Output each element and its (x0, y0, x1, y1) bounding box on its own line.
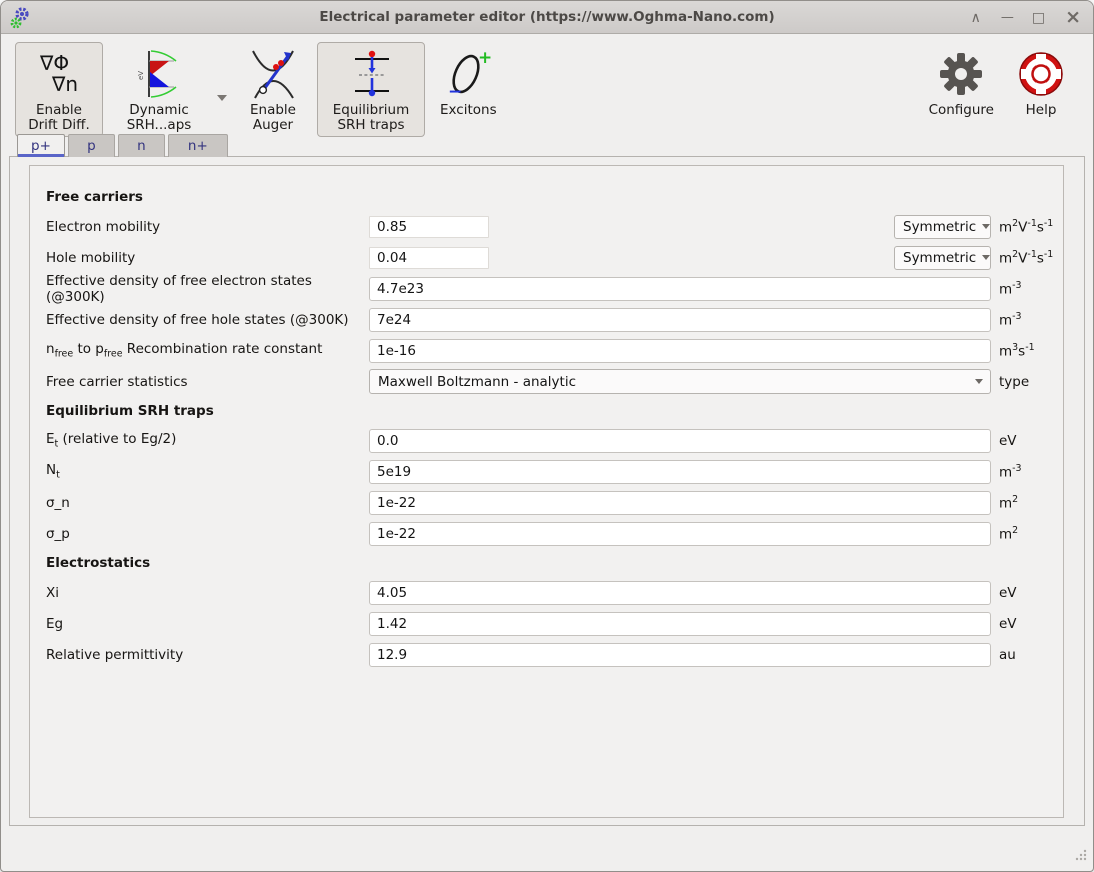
lifebuoy-help-icon (1017, 47, 1065, 101)
form-row: Hole mobility Symmetric m2V-1s-1 (46, 242, 1063, 273)
section-heading: Electrostatics (46, 555, 369, 571)
auger-icon (248, 47, 298, 101)
sigma-p-input[interactable] (369, 522, 991, 546)
form-row: Nt m-3 (46, 456, 1063, 487)
trap-density-input[interactable] (369, 460, 991, 484)
field-label: Eg (46, 616, 369, 632)
layer-tabstrip: p+ p n n+ (9, 131, 1085, 157)
equilibrium-srh-traps-button[interactable]: Equilibrium SRH traps (317, 42, 425, 137)
recombination-rate-constant-input[interactable] (369, 339, 991, 363)
unit-label: m2 (991, 494, 1063, 512)
form-row: Electron mobility Symmetric m2V-1s-1 (46, 211, 1063, 242)
sigma-n-input[interactable] (369, 491, 991, 515)
hole-mobility-symmetry-select[interactable]: Symmetric (894, 246, 991, 270)
tab-n[interactable]: n (118, 134, 165, 157)
unit-label: au (991, 647, 1063, 663)
dynamic-srh-traps-button[interactable]: eV Dynamic SRH...aps (110, 42, 208, 137)
xi-input[interactable] (369, 581, 991, 605)
app-gears-icon (10, 6, 32, 34)
section-electrostatics: Electrostatics (46, 549, 1063, 577)
parameters-panel: Free carriers Electron mobility Symmetri… (29, 165, 1064, 818)
dynamic-srh-dropdown-button[interactable] (215, 95, 229, 101)
titlebar: Electrical parameter editor (https://www… (1, 1, 1093, 34)
form-row: σ_n m2 (46, 487, 1063, 518)
dynamic-srh-icon: eV (134, 47, 184, 101)
form-row: Xi eV (46, 577, 1063, 608)
form-row: σ_p m2 (46, 518, 1063, 549)
unit-label: m-3 (991, 463, 1063, 481)
electron-mobility-input[interactable] (369, 216, 489, 238)
form-row: Relative permittivity au (46, 639, 1063, 670)
unit-label: eV (991, 433, 1063, 449)
unit-label: m2V-1s-1 (991, 218, 1063, 236)
form-row: nfree to pfree Recombination rate consta… (46, 335, 1063, 366)
unit-label: type (991, 374, 1063, 390)
field-label: Electron mobility (46, 219, 369, 235)
field-label: σ_p (46, 526, 369, 542)
field-label: Nt (46, 462, 369, 481)
chevron-down-icon (975, 379, 983, 384)
gear-icon (937, 47, 985, 101)
window-title: Electrical parameter editor (https://www… (319, 9, 774, 25)
relative-permittivity-input[interactable] (369, 643, 991, 667)
maximize-window-button[interactable]: □ (1032, 11, 1045, 25)
equilibrium-srh-icon (346, 47, 396, 101)
tab-p-plus[interactable]: p+ (17, 134, 65, 157)
unit-label: m2V-1s-1 (991, 249, 1063, 267)
free-carrier-statistics-select[interactable]: Maxwell Boltzmann - analytic (369, 369, 991, 394)
form-row: Effective density of free electron state… (46, 273, 1063, 304)
minus-glyph: − (448, 82, 462, 101)
section-heading: Free carriers (46, 189, 369, 205)
svg-text:eV: eV (137, 71, 145, 80)
field-label: Effective density of free hole states (@… (46, 312, 369, 328)
field-label: Free carrier statistics (46, 374, 369, 390)
unit-label: m2 (991, 525, 1063, 543)
unit-label: m-3 (991, 280, 1063, 298)
resize-grip[interactable] (1073, 847, 1088, 866)
unit-label: eV (991, 585, 1063, 601)
form-row: Et (relative to Eg/2) eV (46, 425, 1063, 456)
trap-energy-input[interactable] (369, 429, 991, 453)
excitons-icon: + − (442, 47, 494, 101)
help-button[interactable]: Help (1009, 42, 1073, 122)
plus-glyph: + (478, 48, 492, 68)
unit-label: m-3 (991, 311, 1063, 329)
field-label: Et (relative to Eg/2) (46, 431, 369, 450)
notebook-frame: Free carriers Electron mobility Symmetri… (9, 156, 1085, 826)
tab-n-plus[interactable]: n+ (168, 134, 228, 157)
field-label: Hole mobility (46, 250, 369, 266)
chevron-down-icon (217, 95, 227, 101)
form-row: Effective density of free hole states (@… (46, 304, 1063, 335)
effective-density-free-hole-states-input[interactable] (369, 308, 991, 332)
toolbar: ∇Φ ∇n Enable Drift Diff. eV Dyna (1, 34, 1093, 131)
close-window-button[interactable]: × (1065, 8, 1081, 27)
tab-p[interactable]: p (68, 134, 115, 157)
drift-diffusion-icon: ∇Φ ∇n (40, 47, 78, 101)
form-row: Eg eV (46, 608, 1063, 639)
unit-label: eV (991, 616, 1063, 632)
field-label: Xi (46, 585, 369, 601)
effective-density-free-electron-states-input[interactable] (369, 277, 991, 301)
configure-button[interactable]: Configure (921, 42, 1002, 122)
section-heading: Equilibrium SRH traps (46, 403, 369, 419)
chevron-down-icon (982, 255, 990, 260)
section-free-carriers: Free carriers (46, 183, 1063, 211)
hole-mobility-input[interactable] (369, 247, 489, 269)
unit-label: m3s-1 (991, 342, 1063, 360)
electrical-parameter-editor-window: Electrical parameter editor (https://www… (0, 0, 1094, 872)
form-row: Free carrier statistics Maxwell Boltzman… (46, 366, 1063, 397)
electron-mobility-symmetry-select[interactable]: Symmetric (894, 215, 991, 239)
chevron-down-icon (982, 224, 990, 229)
field-label: Effective density of free electron state… (46, 273, 369, 305)
field-label: nfree to pfree Recombination rate consta… (46, 341, 369, 360)
field-label: Relative permittivity (46, 647, 369, 663)
section-equilibrium-srh-traps: Equilibrium SRH traps (46, 397, 1063, 425)
eg-input[interactable] (369, 612, 991, 636)
enable-drift-diffusion-button[interactable]: ∇Φ ∇n Enable Drift Diff. (15, 42, 103, 137)
field-label: σ_n (46, 495, 369, 511)
minimize-window-button[interactable]: — (1001, 11, 1012, 24)
excitons-button[interactable]: + − Excitons (432, 42, 505, 122)
enable-auger-button[interactable]: Enable Auger (236, 42, 310, 137)
shade-window-button[interactable]: ∧ (971, 11, 981, 25)
